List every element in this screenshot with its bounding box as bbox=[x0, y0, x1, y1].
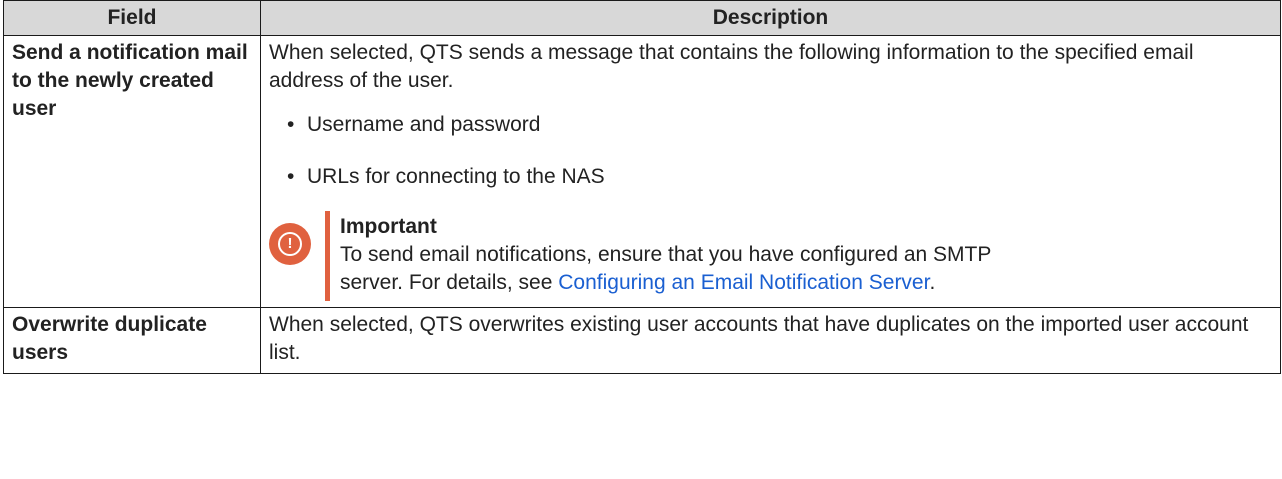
description-cell: When selected, QTS overwrites existing u… bbox=[260, 307, 1281, 374]
description-text: When selected, QTS sends a message that … bbox=[269, 41, 1194, 92]
bullet-list: • Username and password • URLs for conne… bbox=[269, 107, 1272, 195]
email-notification-server-link[interactable]: Configuring an Email Notification Server bbox=[558, 271, 929, 294]
note-text: To send email notifications, ensure that… bbox=[340, 241, 1030, 297]
list-item: • Username and password bbox=[287, 107, 1272, 143]
field-column-header: Field bbox=[3, 0, 261, 36]
field-description-table: Field Description Send a notification ma… bbox=[3, 0, 1281, 374]
description-cell: When selected, QTS sends a message that … bbox=[260, 35, 1281, 308]
table-row: Send a notification mail to the newly cr… bbox=[3, 35, 1281, 308]
list-item: • URLs for connecting to the NAS bbox=[287, 159, 1272, 195]
table-row: Overwrite duplicate users When selected,… bbox=[3, 307, 1281, 374]
table-header-row: Field Description bbox=[3, 0, 1281, 36]
note-title: Important bbox=[340, 215, 437, 238]
field-name-cell: Overwrite duplicate users bbox=[3, 307, 261, 374]
note-body: Important To send email notifications, e… bbox=[340, 211, 1030, 301]
important-icon: ! bbox=[269, 223, 311, 265]
important-note: ! Important To send email notifications,… bbox=[269, 211, 1272, 301]
list-item-text: URLs for connecting to the NAS bbox=[307, 165, 605, 188]
note-accent-bar bbox=[325, 211, 330, 301]
field-name-cell: Send a notification mail to the newly cr… bbox=[3, 35, 261, 308]
description-column-header: Description bbox=[260, 0, 1281, 36]
list-item-text: Username and password bbox=[307, 113, 541, 136]
bullet-icon: • bbox=[287, 165, 295, 188]
description-text: When selected, QTS overwrites existing u… bbox=[269, 313, 1249, 364]
note-text-after-link: . bbox=[929, 271, 936, 294]
bullet-icon: • bbox=[287, 113, 295, 136]
